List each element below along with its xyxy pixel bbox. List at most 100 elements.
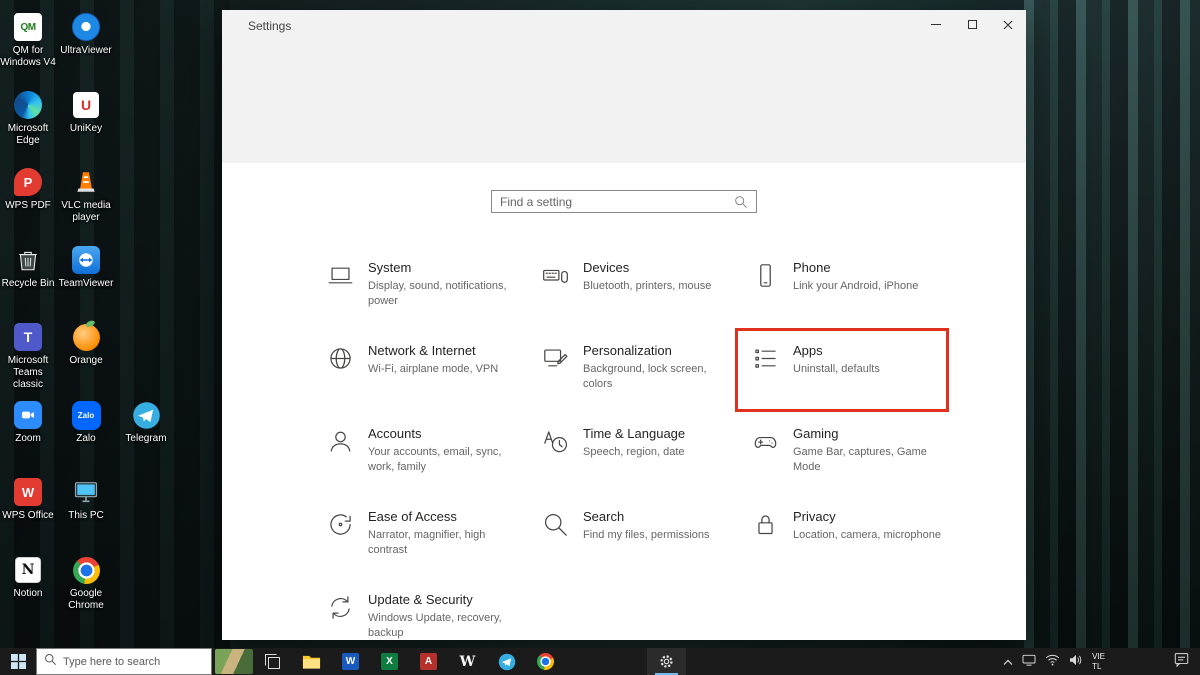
tray-display-button[interactable] [1022, 653, 1036, 671]
category-desc: Find my files, permissions [583, 528, 710, 543]
desktop-icon-google-chrome[interactable]: Google Chrome [55, 555, 117, 612]
start-button[interactable] [0, 648, 36, 675]
category-name: Ease of Access [368, 509, 520, 524]
system-icon [327, 262, 355, 289]
desktop-icon-wps-pdf[interactable]: P WPS PDF [0, 167, 59, 212]
desktop-icon-orange[interactable]: Orange [55, 322, 117, 367]
desktop-icon-qm-for-windows[interactable]: QM QM for Windows V4 [0, 12, 59, 69]
desktop-icon-microsoft-edge[interactable]: Microsoft Edge [0, 90, 59, 147]
word-button[interactable]: W [331, 648, 370, 675]
settings-category-privacy[interactable]: PrivacyLocation, camera, microphone [752, 509, 972, 592]
desktop-icon-notion[interactable]: N Notion [0, 555, 59, 600]
desktop-icon-this-pc[interactable]: This PC [55, 477, 117, 522]
wikipedia-button[interactable]: W [448, 648, 487, 675]
desktop-icon-wps-office[interactable]: W WPS Office [0, 477, 59, 522]
category-desc: Bluetooth, printers, mouse [583, 279, 711, 294]
system-tray: VIE TL [1003, 651, 1200, 672]
chrome-icon [73, 557, 100, 584]
phone-icon [752, 262, 780, 289]
settings-category-ease[interactable]: Ease of Access Narrator, magnifier, high … [327, 509, 542, 592]
this-pc-icon [71, 477, 101, 507]
windows-logo-icon [11, 654, 26, 669]
find-setting-input[interactable]: Find a setting [491, 190, 757, 213]
desktop-icon-telegram[interactable]: Telegram [115, 400, 177, 445]
settings-category-phone[interactable]: PhoneLink your Android, iPhone [752, 260, 972, 343]
desktop-icon-vlc[interactable]: VLC media player [55, 167, 117, 224]
settings-category-accounts[interactable]: AccountsYour accounts, email, sync, work… [327, 426, 542, 509]
desktop-icon-zoom[interactable]: Zoom [0, 400, 59, 445]
settings-category-devices[interactable]: DevicesBluetooth, printers, mouse [542, 260, 752, 343]
tray-volume-button[interactable] [1069, 653, 1083, 671]
minimize-button[interactable] [918, 10, 954, 39]
window-controls [918, 10, 1026, 39]
tray-network-button[interactable] [1045, 653, 1060, 671]
ease-icon [327, 511, 355, 538]
desktop-icon-label: Zoom [0, 433, 59, 445]
desktop-icon-zalo[interactable]: Zalo Zalo [55, 400, 117, 445]
excel-button[interactable]: X [370, 648, 409, 675]
taskbar-search-input[interactable]: Type here to search [36, 648, 212, 675]
tray-expand-button[interactable] [1003, 653, 1013, 671]
vlc-icon [71, 167, 101, 197]
category-name: Time & Language [583, 426, 685, 441]
settings-category-search[interactable]: Search Find my files, permissions [542, 509, 752, 592]
settings-category-gaming[interactable]: GamingGame Bar, captures, Game Mode [752, 426, 972, 509]
devices-icon [542, 262, 570, 289]
desktop-icon-unikey[interactable]: U UniKey [55, 90, 117, 135]
telegram-taskbar-button[interactable] [487, 648, 526, 675]
taskbar-search-placeholder: Type here to search [63, 656, 160, 668]
minimize-icon [931, 24, 941, 25]
accounts-icon [327, 428, 355, 455]
close-icon [1003, 20, 1013, 30]
monitor-icon [1022, 654, 1036, 666]
desktop-icon-microsoft-teams[interactable]: T Microsoft Teams classic [0, 322, 59, 391]
settings-category-personalization[interactable]: PersonalizationBackground, lock screen, … [542, 343, 752, 426]
gear-icon [658, 653, 675, 670]
teams-icon: T [14, 323, 42, 351]
desktop-icon-label: WPS Office [0, 510, 59, 522]
category-desc: Uninstall, defaults [793, 362, 880, 377]
category-name: Apps [793, 343, 880, 358]
desktop-icon-recycle-bin[interactable]: Recycle Bin [0, 245, 59, 290]
gaming-icon [752, 428, 780, 455]
desktop-icon-label: QM for Windows V4 [0, 45, 59, 69]
find-setting-wrap: Find a setting [222, 190, 1026, 213]
action-center-button[interactable] [1173, 651, 1190, 672]
task-view-button[interactable] [253, 648, 292, 675]
desktop-icon-teamviewer[interactable]: TeamViewer [55, 245, 117, 290]
category-name: Search [583, 509, 710, 524]
chrome-taskbar-button[interactable] [526, 648, 565, 675]
settings-taskbar-button[interactable] [647, 648, 686, 675]
desktop-icon-label: Recycle Bin [0, 278, 59, 290]
unikey-icon: U [73, 92, 99, 118]
notification-icon [1173, 651, 1190, 667]
wps-pdf-icon: P [14, 168, 42, 196]
category-name: Accounts [368, 426, 520, 441]
network-icon [327, 345, 355, 372]
desktop-icon-label: Microsoft Edge [0, 123, 59, 147]
search-icon [734, 195, 748, 209]
zoom-icon [14, 401, 42, 429]
settings-category-time[interactable]: Time & LanguageSpeech, region, date [542, 426, 752, 509]
search-icon [542, 511, 570, 538]
category-desc: Narrator, magnifier, high contrast [368, 528, 520, 559]
settings-category-apps[interactable]: Apps Uninstall, defaults [752, 343, 972, 426]
wifi-icon [1045, 654, 1060, 666]
maximize-button[interactable] [954, 10, 990, 39]
maximize-icon [968, 20, 977, 29]
settings-category-system[interactable]: SystemDisplay, sound, notifications, pow… [327, 260, 542, 343]
category-name: Network & Internet [368, 343, 498, 358]
news-widget-thumbnail[interactable] [215, 649, 253, 674]
settings-category-network[interactable]: Network & InternetWi-Fi, airplane mode, … [327, 343, 542, 426]
file-explorer-button[interactable] [292, 648, 331, 675]
qm-for-windows-icon: QM [14, 13, 42, 41]
taskbar: Type here to search W X A W [0, 648, 1200, 675]
speaker-icon [1069, 654, 1083, 666]
access-button[interactable]: A [409, 648, 448, 675]
window-title: Settings [248, 19, 291, 33]
language-indicator[interactable]: VIE TL [1092, 652, 1105, 672]
desktop-icon-ultraviewer[interactable]: UltraViewer [55, 12, 117, 57]
wps-office-icon: W [14, 478, 42, 506]
close-button[interactable] [990, 10, 1026, 39]
category-name: Gaming [793, 426, 945, 441]
